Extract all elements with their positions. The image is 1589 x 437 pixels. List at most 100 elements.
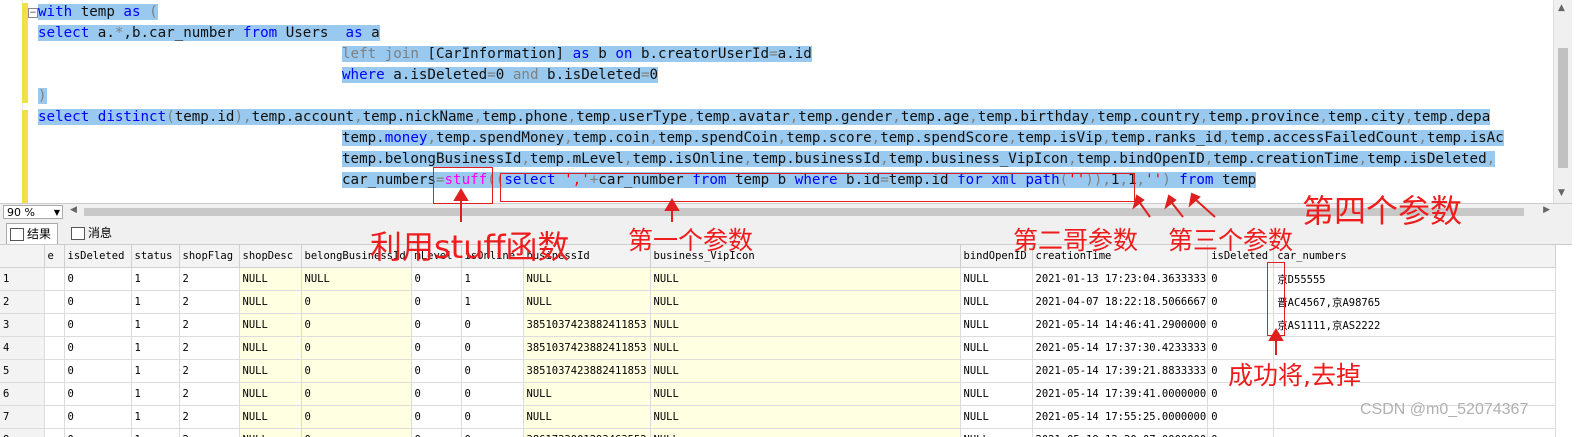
table-cell[interactable]: NULL — [650, 359, 961, 383]
tab-results[interactable]: 结果 — [6, 223, 59, 244]
table-cell[interactable]: 2 — [179, 382, 240, 406]
table-row[interactable]: 1 0 1 2 NULL NULL 0 1 NULL NULL NULL 2021-01-13 17:… — [0, 267, 1557, 291]
table-cell[interactable]: 0 — [64, 313, 132, 337]
table-cell[interactable]: 1 — [131, 336, 180, 360]
table-cell[interactable]: NULL — [239, 267, 302, 291]
table-cell[interactable]: 0 — [301, 290, 412, 314]
row-number[interactable]: 3 — [0, 313, 45, 337]
scroll-up-icon[interactable]: ▲ — [1558, 3, 1565, 13]
table-cell[interactable]: 2 — [179, 290, 240, 314]
table-cell[interactable]: 0 — [461, 336, 524, 360]
table-cell[interactable]: 京D55555 — [1273, 267, 1557, 291]
table-cell[interactable]: 0 — [411, 267, 462, 291]
table-cell[interactable]: 0 — [1207, 267, 1275, 291]
table-cell[interactable]: 0 — [301, 382, 412, 406]
table-cell[interactable]: NULL — [239, 405, 302, 429]
table-cell[interactable]: 2021-05-14 17:39:41.0000000 — [1032, 382, 1209, 406]
table-cell[interactable]: NULL — [960, 428, 1033, 437]
scroll-right-icon[interactable]: ▶ — [1543, 205, 1550, 215]
table-cell[interactable]: 2021-01-13 17:23:04.3633333 — [1032, 267, 1209, 291]
chevron-down-icon[interactable]: ▼ — [54, 206, 60, 220]
table-cell[interactable]: 0 — [64, 336, 132, 360]
column-header[interactable]: shopFlag — [179, 245, 240, 268]
table-cell[interactable]: NULL — [650, 405, 961, 429]
table-cell[interactable]: NULL — [239, 359, 302, 383]
scroll-left-icon[interactable]: ◀ — [70, 205, 77, 215]
table-cell[interactable]: NULL — [301, 267, 412, 291]
table-cell[interactable]: 0 — [1207, 428, 1275, 437]
table-cell[interactable] — [44, 359, 65, 383]
table-cell[interactable]: 2021-05-14 17:37:30.4233333 — [1032, 336, 1209, 360]
table-cell[interactable]: NULL — [239, 313, 302, 337]
table-cell[interactable]: 0 — [411, 290, 462, 314]
table-cell[interactable]: 2 — [179, 267, 240, 291]
table-cell[interactable]: 2 — [179, 428, 240, 437]
table-cell[interactable]: NULL — [523, 267, 651, 291]
table-cell[interactable]: 2 — [179, 313, 240, 337]
table-cell[interactable]: NULL — [523, 382, 651, 406]
code-line[interactable]: left join [CarInformation] as b on b.cre… — [342, 44, 812, 65]
column-header[interactable]: isDeleted — [64, 245, 132, 268]
row-number[interactable]: 5 — [0, 359, 45, 383]
table-cell[interactable] — [44, 428, 65, 437]
code-line[interactable]: ) — [38, 86, 47, 107]
table-cell[interactable]: 0 — [301, 405, 412, 429]
row-number[interactable]: 4 — [0, 336, 45, 360]
table-cell[interactable]: 0 — [1207, 290, 1275, 314]
collapse-toggle[interactable]: − — [28, 8, 38, 18]
scroll-thumb[interactable] — [1558, 48, 1568, 168]
table-cell[interactable]: 2021-05-14 17:39:21.8833333 — [1032, 359, 1209, 383]
table-cell[interactable]: 2 — [179, 405, 240, 429]
table-cell[interactable]: 0 — [411, 359, 462, 383]
table-cell[interactable]: 1 — [131, 359, 180, 383]
code-line[interactable]: where a.isDeleted=0 and b.isDeleted=0 — [342, 65, 659, 86]
code-line[interactable]: with temp as ( — [38, 2, 158, 23]
code-line[interactable]: select a.*,b.car_number from Users as a — [38, 23, 380, 44]
table-cell[interactable]: NULL — [523, 290, 651, 314]
table-cell[interactable]: 2021-05-19 12:20:07.0000000 — [1032, 428, 1209, 437]
table-cell[interactable]: NULL — [960, 405, 1033, 429]
column-header[interactable]: shopDesc — [239, 245, 302, 268]
table-cell[interactable]: NULL — [960, 382, 1033, 406]
table-row[interactable]: 3 0 1 2 NULL 0 0 0 3851037423882411853 NULL NULL 20… — [0, 313, 1557, 337]
table-cell[interactable]: 0 — [411, 405, 462, 429]
table-cell[interactable]: 0 — [301, 428, 412, 437]
column-header[interactable]: e — [44, 245, 65, 268]
table-cell[interactable]: NULL — [960, 313, 1033, 337]
table-cell[interactable]: 0 — [461, 382, 524, 406]
code-line[interactable]: select distinct(temp.id),temp.account,te… — [38, 107, 1491, 128]
code-line[interactable]: temp.belongBusinessId,temp.mLevel,temp.i… — [342, 149, 1496, 170]
table-cell[interactable]: 0 — [1207, 313, 1275, 337]
table-cell[interactable]: 0 — [64, 382, 132, 406]
table-cell[interactable]: 0 — [301, 313, 412, 337]
table-cell[interactable]: 0 — [461, 428, 524, 437]
table-cell[interactable]: 0 — [411, 382, 462, 406]
table-cell[interactable]: 2 — [179, 336, 240, 360]
table-cell[interactable]: NULL — [239, 290, 302, 314]
table-cell[interactable]: 3861733001293463552 — [523, 428, 651, 437]
table-cell[interactable]: 0 — [461, 313, 524, 337]
table-cell[interactable] — [44, 336, 65, 360]
table-cell[interactable]: 0 — [411, 336, 462, 360]
table-cell[interactable]: 3851037423882411853 — [523, 336, 651, 360]
table-cell[interactable]: 0 — [64, 359, 132, 383]
table-cell[interactable]: 1 — [461, 290, 524, 314]
table-cell[interactable]: 0 — [64, 290, 132, 314]
table-cell[interactable]: NULL — [650, 428, 961, 437]
table-cell[interactable]: NULL — [650, 313, 961, 337]
row-number[interactable]: 1 — [0, 267, 45, 291]
table-cell[interactable]: 0 — [1207, 405, 1275, 429]
table-cell[interactable]: NULL — [650, 290, 961, 314]
zoom-select[interactable]: 90 % ▼ — [3, 205, 63, 219]
vertical-scrollbar[interactable]: ▲ ▼ — [1553, 0, 1572, 203]
table-cell[interactable]: NULL — [239, 382, 302, 406]
row-number-header[interactable] — [0, 245, 45, 268]
table-cell[interactable]: 0 — [411, 428, 462, 437]
table-cell[interactable]: NULL — [960, 290, 1033, 314]
table-cell[interactable]: NULL — [960, 359, 1033, 383]
table-cell[interactable]: 0 — [64, 428, 132, 437]
table-cell[interactable]: 1 — [131, 382, 180, 406]
table-cell[interactable]: 1 — [461, 267, 524, 291]
scroll-down-icon[interactable]: ▼ — [1558, 188, 1565, 198]
table-cell[interactable]: 1 — [131, 428, 180, 437]
